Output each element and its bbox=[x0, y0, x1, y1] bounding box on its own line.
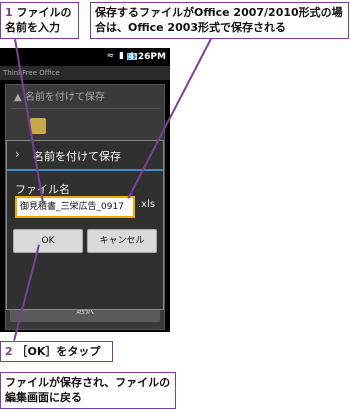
upload-icon: ▲ bbox=[14, 92, 22, 103]
step2-callout: 2 ［OK］をタップ bbox=[0, 341, 113, 362]
office-format-note: 保存するファイルがOffice 2007/2010形式の場合は、Office 2… bbox=[90, 2, 349, 39]
background-dialog-title: ▲ 名前を付けて保存 bbox=[14, 88, 105, 103]
divider bbox=[10, 108, 160, 109]
app-title-bar: ThinkFree Office bbox=[0, 66, 170, 80]
step1-number: 1 bbox=[5, 6, 13, 19]
file-extension: .xls bbox=[138, 199, 156, 210]
step1-text: ファイルの名前を入力 bbox=[5, 6, 72, 34]
result-note-text: ファイルが保存され、ファイルの編集画面に戻る bbox=[5, 376, 171, 404]
signal-icon: ▮ bbox=[119, 51, 124, 61]
office-format-note-text: 保存するファイルがOffice 2007/2010形式の場合は、Office 2… bbox=[95, 6, 343, 34]
status-bar: ≈ ▮ 4:26PM bbox=[0, 48, 170, 66]
cancel-button[interactable]: キャンセル bbox=[87, 229, 157, 253]
result-note: ファイルが保存され、ファイルの編集画面に戻る bbox=[0, 372, 176, 409]
clock: 4:26PM bbox=[128, 52, 166, 62]
phone-screen: ≈ ▮ 4:26PM ThinkFree Office ▲ 名前を付けて保存 選… bbox=[0, 48, 170, 332]
wifi-icon: ≈ bbox=[106, 51, 114, 61]
ok-button[interactable]: OK bbox=[13, 229, 83, 253]
filename-input[interactable]: 御見積書_三栄広告_0917 bbox=[15, 196, 135, 218]
step2-text: ［OK］をタップ bbox=[16, 345, 101, 358]
chevron-right-icon: › bbox=[15, 147, 20, 161]
background-dialog-title-text: 名前を付けて保存 bbox=[24, 92, 105, 103]
folder-icon bbox=[30, 118, 46, 134]
dialog-title: 名前を付けて保存 bbox=[33, 150, 121, 163]
step2-number: 2 bbox=[5, 345, 13, 358]
step1-callout: 1 ファイルの名前を入力 bbox=[0, 2, 79, 39]
dialog-title-bar: › 名前を付けて保存 bbox=[7, 141, 163, 171]
